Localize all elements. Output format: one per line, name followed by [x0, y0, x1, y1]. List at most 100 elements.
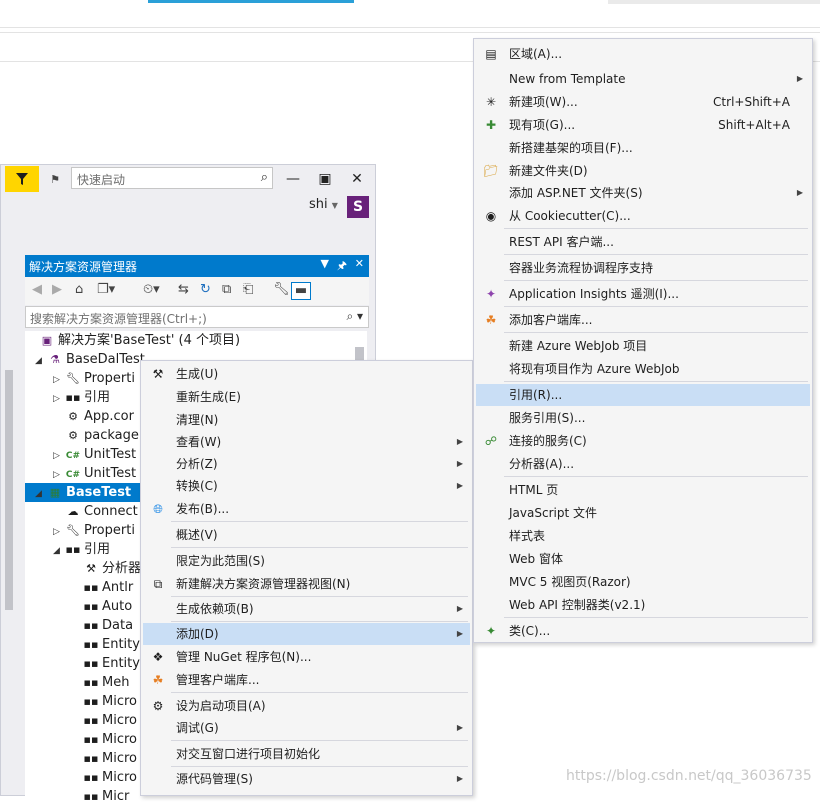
- menu-item[interactable]: ✚ 现有项(G)... Shift+Alt+A: [476, 114, 810, 136]
- tree-node[interactable]: ▪▪ Micro: [71, 749, 137, 768]
- menu-item[interactable]: 新建 Azure WebJob 项目: [476, 335, 810, 357]
- maximize-button[interactable]: ▣: [313, 169, 337, 189]
- menu-item[interactable]: 添加 ASP.NET 文件夹(S) ▶: [476, 182, 810, 204]
- tree-node[interactable]: ⚙ App.cor: [53, 407, 134, 426]
- menu-item[interactable]: 概述(V): [143, 524, 470, 546]
- tree-node[interactable]: ▷ C# UnitTest: [53, 445, 136, 464]
- tree-node[interactable]: ☁ Connect: [53, 502, 138, 521]
- menu-item[interactable]: REST API 客户端...: [476, 231, 810, 253]
- tree-node[interactable]: ▪▪ Micro: [71, 692, 137, 711]
- tree-node[interactable]: ▪▪ Entity: [71, 654, 140, 673]
- back-icon[interactable]: ◀: [32, 282, 42, 300]
- menu-item[interactable]: 源代码管理(S) ▶: [143, 768, 470, 790]
- tree-node[interactable]: ▷ 🔧︎ Properti: [53, 369, 135, 388]
- menu-item[interactable]: 将现有项目作为 Azure WebJob: [476, 358, 810, 380]
- tree-node[interactable]: ▣ 解决方案'BaseTest' (4 个项目): [27, 331, 240, 350]
- forward-icon[interactable]: ▶: [52, 282, 62, 300]
- collapse-all-icon[interactable]: ⧉: [222, 282, 231, 300]
- properties-icon[interactable]: 🔧︎: [273, 282, 290, 300]
- menu-item[interactable]: ☍ 连接的服务(C): [476, 430, 810, 452]
- menu-item[interactable]: HTML 页: [476, 479, 810, 501]
- menu-item-label: 样式表: [509, 529, 546, 543]
- menu-item[interactable]: ✦ 类(C)...: [476, 620, 810, 642]
- menu-item[interactable]: ❖ 管理 NuGet 程序包(N)...: [143, 646, 470, 668]
- home-icon[interactable]: ⌂: [75, 282, 83, 300]
- minimize-button[interactable]: —: [281, 169, 305, 189]
- user-account[interactable]: shi ▼: [309, 197, 338, 217]
- close-icon[interactable]: ✕: [355, 257, 364, 270]
- menu-item[interactable]: 对交互窗口进行项目初始化: [143, 743, 470, 765]
- tree-node[interactable]: ▪▪ Auto: [71, 597, 133, 616]
- menu-item[interactable]: ▤ 区域(A)...: [476, 43, 810, 65]
- submenu-arrow-icon: ▶: [456, 604, 463, 613]
- pending-changes-icon[interactable]: ⏲▾: [143, 282, 160, 300]
- menu-item[interactable]: ⚒ 生成(U): [143, 363, 470, 385]
- menu-item[interactable]: 转换(C) ▶: [143, 475, 470, 497]
- menu-item[interactable]: 容器业务流程协调程序支持: [476, 257, 810, 279]
- menu-item[interactable]: 📁︎ 新建文件夹(D): [476, 160, 810, 182]
- tree-node[interactable]: ▷ 🔧︎ Properti: [53, 521, 135, 540]
- menu-item[interactable]: ⧉ 新建解决方案资源管理器视图(N): [143, 573, 470, 595]
- menu-item[interactable]: Web 窗体: [476, 548, 810, 570]
- menu-item[interactable]: 引用(R)...: [476, 384, 810, 406]
- menu-item[interactable]: 🌐︎ 发布(B)...: [143, 498, 470, 520]
- tree-node[interactable]: ◢ ⚗ BaseDalTest: [35, 350, 145, 369]
- tree-node[interactable]: ⚒ 分析器: [71, 559, 141, 578]
- menu-item-label: JavaScript 文件: [509, 506, 597, 520]
- menu-item[interactable]: 服务引用(S)...: [476, 407, 810, 429]
- existing-item-icon: ✚: [485, 118, 497, 132]
- switch-views-icon[interactable]: ❐▾: [97, 282, 115, 300]
- expanded-icon[interactable]: ◢: [35, 485, 47, 504]
- menu-item[interactable]: ◉ 从 Cookiecutter(C)...: [476, 205, 810, 227]
- tree-node[interactable]: ▪▪ Micro: [71, 730, 137, 749]
- quick-launch-input[interactable]: 快速启动 ⌕: [71, 167, 273, 189]
- refresh-icon[interactable]: ↻: [200, 282, 211, 300]
- tree-node[interactable]: ▷ ▪▪ 引用: [53, 388, 110, 407]
- pin-icon[interactable]: 🖈︎: [337, 257, 347, 276]
- menu-item[interactable]: 重新生成(E): [143, 386, 470, 408]
- menu-item[interactable]: 生成依赖项(B) ▶: [143, 598, 470, 620]
- dropdown-icon[interactable]: ▼: [321, 257, 329, 270]
- tree-node[interactable]: ▪▪ Micro: [71, 768, 137, 787]
- menu-item[interactable]: 分析器(A)...: [476, 453, 810, 475]
- show-all-files-icon[interactable]: ⎗: [243, 282, 253, 300]
- menu-item[interactable]: ☘ 管理客户端库...: [143, 669, 470, 691]
- menu-item[interactable]: JavaScript 文件: [476, 502, 810, 524]
- notifications-icon[interactable]: ⚑: [45, 170, 65, 188]
- menu-item[interactable]: 新搭建基架的项目(F)...: [476, 137, 810, 159]
- tree-node[interactable]: ▪▪ Entity: [71, 635, 140, 654]
- menu-item[interactable]: 调试(G) ▶: [143, 717, 470, 739]
- feedback-filter-button[interactable]: [5, 166, 39, 192]
- menu-item[interactable]: ☘ 添加客户端库...: [476, 309, 810, 331]
- tree-node[interactable]: ⚙ package: [53, 426, 139, 445]
- menu-item[interactable]: ⚙ 设为启动项目(A): [143, 695, 470, 717]
- left-scrollbar[interactable]: [5, 370, 13, 610]
- menu-item[interactable]: Web API 控制器类(v2.1): [476, 594, 810, 616]
- tree-node[interactable]: ◢ ▪▪ 引用: [53, 540, 110, 559]
- expanded-icon[interactable]: ◢: [35, 352, 47, 371]
- menu-item[interactable]: 分析(Z) ▶: [143, 453, 470, 475]
- menu-item[interactable]: ✳ 新建项(W)... Ctrl+Shift+A: [476, 91, 810, 113]
- tree-node[interactable]: ▪▪ Data: [71, 616, 134, 635]
- solution-explorer-search-input[interactable]: 搜索解决方案资源管理器(Ctrl+;) ⌕ ▾: [25, 306, 369, 328]
- tree-node[interactable]: ▷ C# UnitTest: [53, 464, 136, 483]
- sync-icon[interactable]: ⇆: [178, 282, 189, 300]
- tree-node[interactable]: ▪▪ Antlr: [71, 578, 134, 597]
- avatar[interactable]: S: [347, 196, 369, 218]
- menu-item-label: Application Insights 遥测(I)...: [509, 287, 679, 301]
- menu-item[interactable]: New from Template ▶: [476, 68, 810, 90]
- menu-item[interactable]: 添加(D) ▶: [143, 623, 470, 645]
- tree-node[interactable]: ◢ ▦ BaseTest: [25, 483, 143, 502]
- tree-node[interactable]: ▪▪ Meh: [71, 673, 130, 692]
- close-button[interactable]: ✕: [345, 169, 369, 189]
- menu-item[interactable]: MVC 5 视图页(Razor): [476, 571, 810, 593]
- preview-icon[interactable]: ▬: [291, 282, 311, 300]
- menu-item[interactable]: 清理(N): [143, 409, 470, 431]
- menu-item[interactable]: 查看(W) ▶: [143, 431, 470, 453]
- menu-item[interactable]: 限定为此范围(S): [143, 550, 470, 572]
- tree-node[interactable]: ▪▪ Micr: [71, 787, 130, 806]
- expanded-icon[interactable]: ◢: [53, 542, 65, 561]
- tree-node[interactable]: ▪▪ Micro: [71, 711, 137, 730]
- menu-item[interactable]: 样式表: [476, 525, 810, 547]
- menu-item[interactable]: ✦ Application Insights 遥测(I)...: [476, 283, 810, 305]
